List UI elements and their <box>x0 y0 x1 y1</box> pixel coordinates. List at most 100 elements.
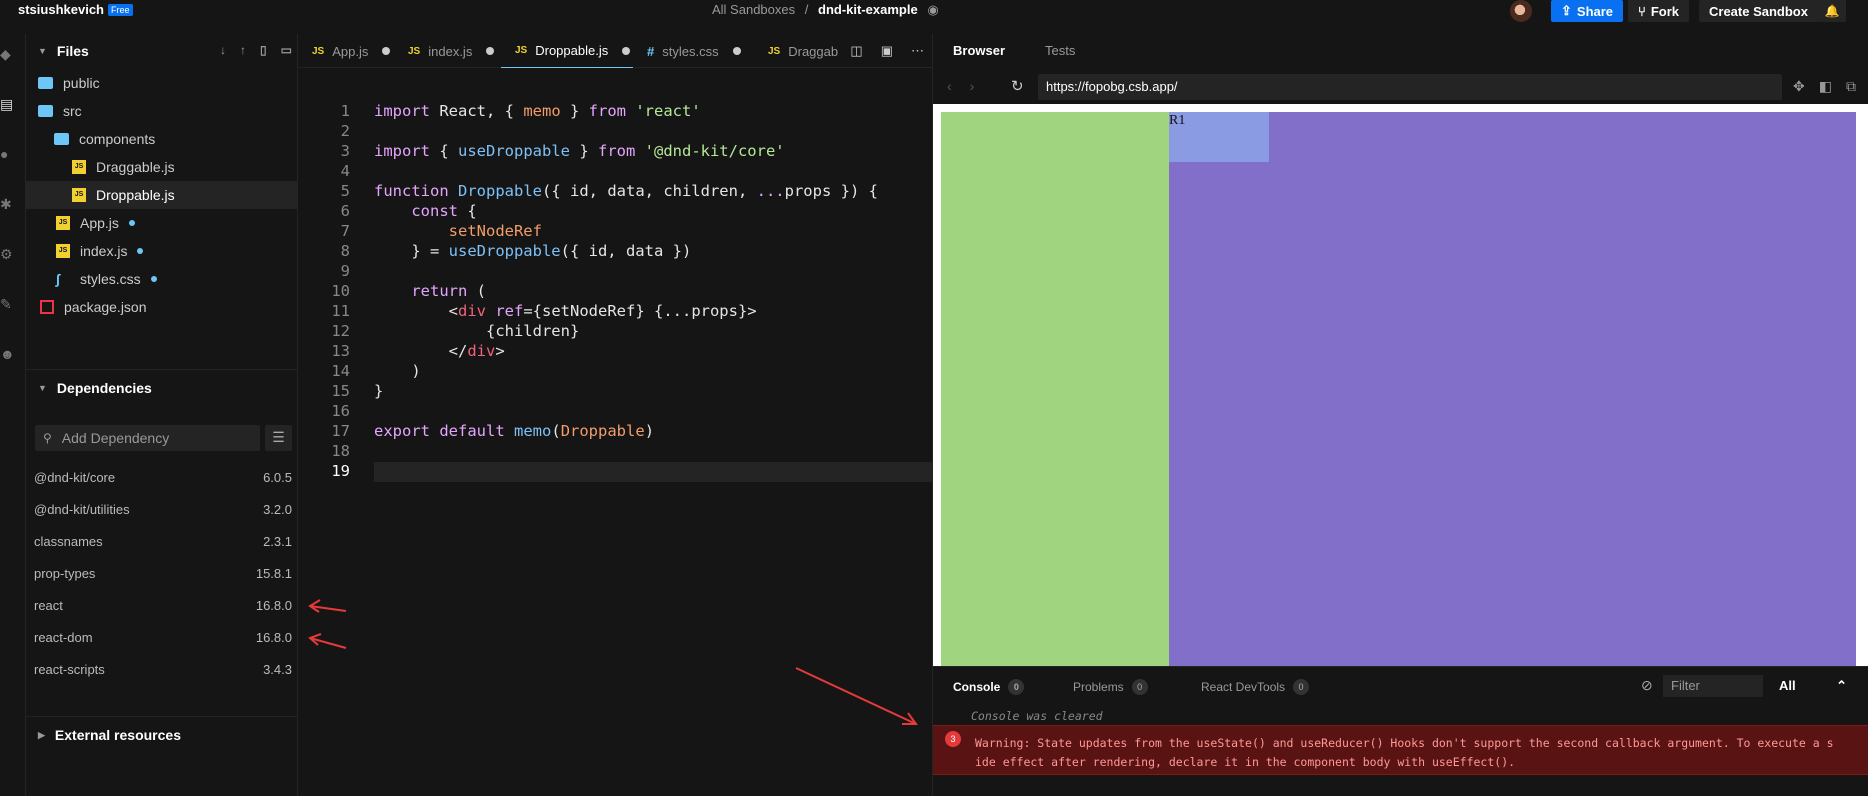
js-file-icon: JS <box>72 188 86 202</box>
log-level-select[interactable]: All ⌃ <box>1771 675 1855 697</box>
tree-item-label: App.js <box>80 215 119 231</box>
dependency-row[interactable]: react-dom 16.8.0 <box>34 621 292 653</box>
tab-problems[interactable]: Problems 0 <box>1073 679 1148 695</box>
tab-label: React DevTools <box>1201 680 1286 694</box>
add-dependency-input[interactable]: ⚲ Add Dependency <box>35 425 260 451</box>
dependency-version[interactable]: 15.8.1 <box>256 566 292 581</box>
dependency-version[interactable]: 2.3.1 <box>263 534 292 549</box>
breadcrumb-root[interactable]: All Sandboxes <box>712 2 795 17</box>
breadcrumb-separator: / <box>804 2 809 17</box>
tree-item-label: styles.css <box>80 271 141 287</box>
deploy-icon[interactable]: ✱ <box>0 196 16 212</box>
back-icon[interactable]: ‹ <box>947 78 952 94</box>
files-header[interactable]: ▼ Files ↓ ↑ ▯ ▭ <box>26 34 298 68</box>
folder-open-icon <box>54 133 69 145</box>
dependency-version[interactable]: 3.4.3 <box>263 662 292 677</box>
tree-item-package[interactable]: package.json <box>26 293 298 321</box>
purple-container[interactable] <box>1169 112 1856 666</box>
reload-icon[interactable]: ↻ <box>1011 77 1024 95</box>
dependencies-header[interactable]: ▼ Dependencies <box>26 371 298 405</box>
tree-item-label: package.json <box>64 299 147 315</box>
sandbox-name[interactable]: dnd-kit-example <box>818 2 918 17</box>
share-label: Share <box>1576 3 1614 19</box>
chevron-down-icon: ⌃ <box>1836 678 1847 693</box>
dependency-menu-button[interactable]: ☰ <box>265 425 292 451</box>
tree-item-src[interactable]: src <box>26 97 298 125</box>
tree-item-index[interactable]: JS index.js <box>26 237 298 265</box>
tree-item-draggable[interactable]: JS Draggable.js <box>26 153 298 181</box>
server-icon[interactable]: ⚙ <box>0 246 16 262</box>
tree-item-label: public <box>63 75 100 91</box>
info-icon[interactable]: ◆ <box>0 46 16 62</box>
files-icon[interactable]: ▤ <box>0 96 16 112</box>
tree-item-label: components <box>79 131 156 147</box>
npm-icon <box>40 300 54 314</box>
tab-console[interactable]: Console 0 <box>953 679 1025 695</box>
tree-item-public[interactable]: public <box>26 69 298 97</box>
dependency-row[interactable]: @dnd-kit/core 6.0.5 <box>34 461 292 493</box>
dependency-name: react-scripts <box>34 661 105 677</box>
external-resources-header[interactable]: ▶ External resources <box>26 718 298 752</box>
dependency-version[interactable]: 16.8.0 <box>256 598 292 613</box>
dependency-row[interactable]: react-scripts 3.4.3 <box>34 653 292 685</box>
folder-icon <box>38 77 53 89</box>
url-bar[interactable]: https://fopobg.csb.app/ <box>1038 74 1782 100</box>
tab-tests[interactable]: Tests <box>1045 43 1075 58</box>
new-file-icon[interactable]: ▯ <box>260 43 267 57</box>
dependency-row[interactable]: classnames 2.3.1 <box>34 525 292 557</box>
css-file-icon: ∫ <box>56 271 60 287</box>
forward-icon[interactable]: › <box>970 78 975 94</box>
warning-count-badge: 3 <box>945 731 961 747</box>
new-folder-icon[interactable]: ▭ <box>281 43 292 57</box>
dependency-version[interactable]: 6.0.5 <box>263 470 292 485</box>
dependency-row[interactable]: prop-types 15.8.1 <box>34 557 292 589</box>
tree-item-styles[interactable]: ∫ styles.css <box>26 265 298 293</box>
js-file-icon: JS <box>56 216 70 230</box>
external-resources-title: External resources <box>54 727 181 743</box>
download-icon[interactable]: ↓ <box>220 43 226 57</box>
settings-icon[interactable]: ✎ <box>0 296 16 312</box>
modified-dot <box>128 220 135 226</box>
console-warning: 3 Warning: State updates from the useSta… <box>933 725 1868 775</box>
create-sandbox-label: Create Sandbox <box>1709 3 1808 19</box>
share-icon: ⇪ <box>1561 3 1572 18</box>
fork-label: Fork <box>1650 3 1679 19</box>
expand-icon: ▶ <box>38 729 45 740</box>
tree-item-droppable[interactable]: JS Droppable.js <box>26 181 298 209</box>
tab-browser[interactable]: Browser <box>953 43 1005 58</box>
upload-icon[interactable]: ↑ <box>240 43 246 57</box>
share-button[interactable]: ⇪ Share <box>1551 0 1624 22</box>
tree-item-components[interactable]: components <box>26 125 298 153</box>
files-panel: ▼ Files ↓ ↑ ▯ ▭ public src components JS… <box>26 34 298 796</box>
fork-icon: ⑂ <box>1638 3 1646 19</box>
droppable-item-r1[interactable]: R1 <box>1169 112 1269 162</box>
copy-icon[interactable]: ⧉ <box>1846 78 1856 95</box>
live-icon[interactable]: ☻ <box>0 346 16 362</box>
dependency-version[interactable]: 16.8.0 <box>256 630 292 645</box>
tab-react-devtools[interactable]: React DevTools 0 <box>1201 679 1310 695</box>
devtools-icon[interactable]: ✥ <box>1793 78 1805 95</box>
clear-console-icon[interactable]: ⊘ <box>1641 677 1653 694</box>
username[interactable]: stsiushkevich <box>18 2 104 17</box>
globe-icon: ◉ <box>927 2 939 17</box>
filter-input[interactable]: Filter <box>1663 675 1763 697</box>
avatar[interactable] <box>1510 0 1532 22</box>
modified-dot <box>137 248 144 254</box>
warning-text: Warning: State updates from the useState… <box>975 736 1834 769</box>
notifications-button[interactable]: 🔔 <box>1818 0 1846 22</box>
breadcrumb: All Sandboxes / dnd-kit-example ◉ <box>712 2 939 18</box>
new-window-icon[interactable]: ◧ <box>1819 78 1832 95</box>
preview-frame[interactable]: R1 <box>933 104 1868 666</box>
create-sandbox-button[interactable]: Create Sandbox <box>1699 0 1818 22</box>
divider <box>26 369 298 370</box>
dependency-version[interactable]: 3.2.0 <box>263 502 292 517</box>
fork-button[interactable]: ⑂ Fork <box>1628 0 1689 22</box>
dependency-row[interactable]: @dnd-kit/utilities 3.2.0 <box>34 493 292 525</box>
collapse-icon: ▼ <box>38 46 47 56</box>
count-badge: 0 <box>1008 679 1025 695</box>
dependency-row[interactable]: react 16.8.0 <box>34 589 292 621</box>
green-container[interactable] <box>941 112 1169 666</box>
tab-label: Problems <box>1073 680 1124 694</box>
tree-item-app[interactable]: JS App.js <box>26 209 298 237</box>
github-icon[interactable]: ● <box>0 146 16 162</box>
